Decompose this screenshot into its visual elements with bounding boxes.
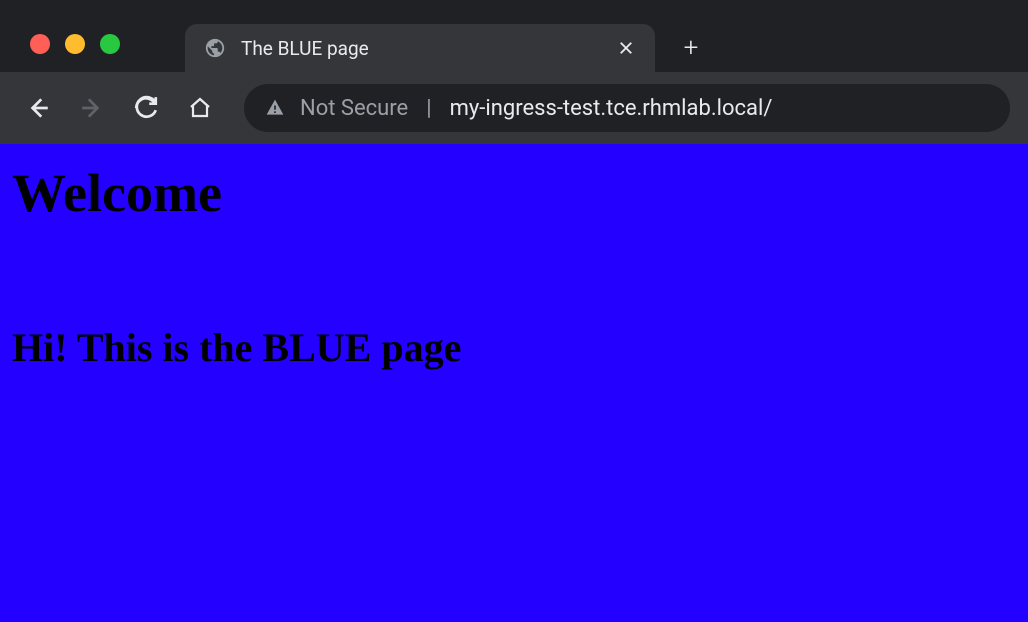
warning-icon	[264, 97, 286, 119]
new-tab-button[interactable]: +	[673, 30, 709, 66]
forward-button[interactable]	[72, 88, 112, 128]
page-viewport: Welcome Hi! This is the BLUE page	[0, 144, 1028, 622]
browser-tab[interactable]: The BLUE page	[185, 24, 655, 72]
address-bar[interactable]: Not Secure | my-ingress-test.tce.rhmlab.…	[244, 84, 1010, 132]
window-close-button[interactable]	[30, 34, 50, 54]
window-maximize-button[interactable]	[100, 34, 120, 54]
back-button[interactable]	[18, 88, 58, 128]
tab-close-button[interactable]	[615, 37, 637, 59]
window-minimize-button[interactable]	[65, 34, 85, 54]
url-divider: |	[426, 96, 431, 121]
window-titlebar: The BLUE page +	[0, 0, 1028, 72]
tab-title: The BLUE page	[241, 37, 601, 60]
url-text: my-ingress-test.tce.rhmlab.local/	[450, 96, 773, 121]
security-status: Not Secure	[300, 96, 408, 121]
reload-button[interactable]	[126, 88, 166, 128]
globe-icon	[203, 36, 227, 60]
tab-strip: The BLUE page +	[185, 24, 1028, 72]
page-heading: Welcome	[12, 162, 1016, 224]
traffic-lights	[30, 24, 120, 54]
home-button[interactable]	[180, 88, 220, 128]
page-subheading: Hi! This is the BLUE page	[12, 324, 1016, 371]
browser-toolbar: Not Secure | my-ingress-test.tce.rhmlab.…	[0, 72, 1028, 144]
